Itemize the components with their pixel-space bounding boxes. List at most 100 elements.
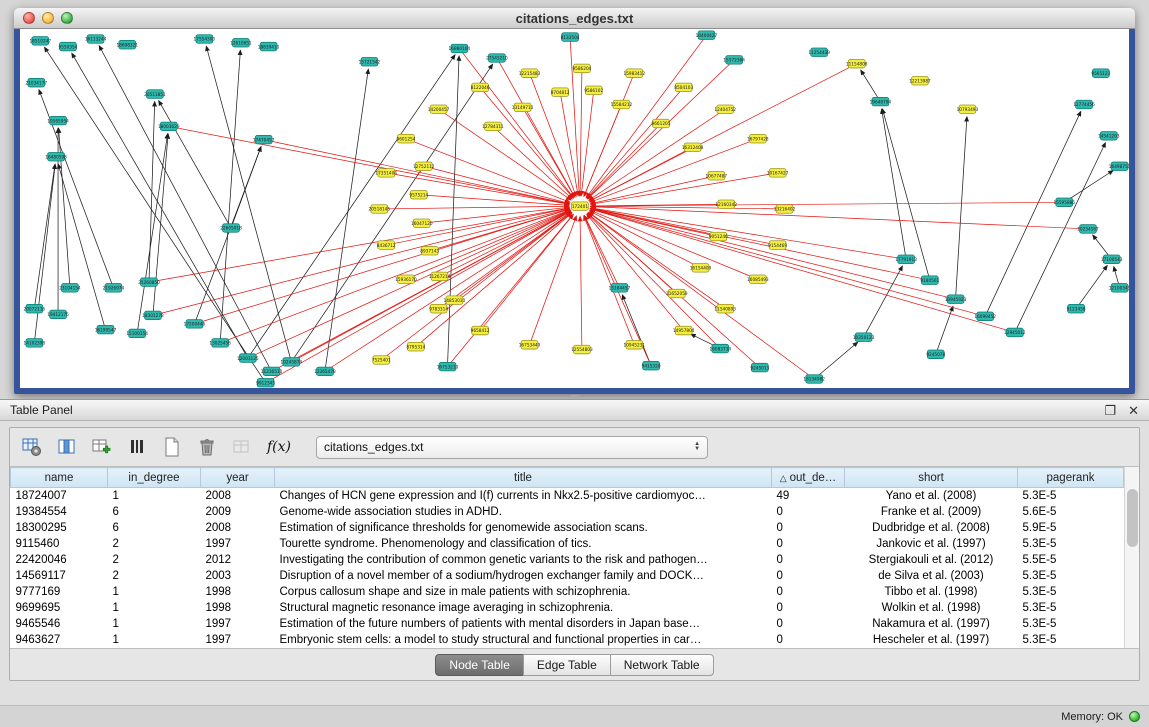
graph-node[interactable]: 22605018 xyxy=(220,224,242,233)
graph-node[interactable]: 10945231 xyxy=(624,341,646,350)
tab-node-table[interactable]: Node Table xyxy=(435,654,524,676)
graph-node[interactable]: 12554803 xyxy=(571,345,593,354)
graph-edge[interactable] xyxy=(206,46,291,362)
graph-edge[interactable] xyxy=(882,109,929,280)
citation-edge[interactable] xyxy=(591,208,930,280)
graph-node[interactable]: 16480598 xyxy=(45,152,67,161)
citation-edge[interactable] xyxy=(581,90,594,195)
citation-edge[interactable] xyxy=(291,211,570,362)
graph-node[interactable]: 9661205 xyxy=(652,119,671,128)
graph-node[interactable]: 11254439 xyxy=(808,48,830,57)
citation-edge[interactable] xyxy=(523,107,575,197)
graph-node[interactable]: 17554300 xyxy=(194,35,216,44)
graph-node[interactable]: 16797428 xyxy=(747,134,769,143)
citation-edge[interactable] xyxy=(560,92,578,196)
graph-node[interactable]: 21926974 xyxy=(103,284,125,293)
graph-node[interactable]: 15936170 xyxy=(395,275,417,284)
graph-node[interactable]: 12215483 xyxy=(519,69,541,78)
graph-node[interactable]: 17470457 xyxy=(253,135,275,144)
delete-columns-button[interactable] xyxy=(123,434,151,460)
graph-node[interactable]: 17200446 xyxy=(184,320,206,329)
citation-edge[interactable] xyxy=(591,207,1088,229)
column-header-year[interactable]: year xyxy=(201,468,275,488)
graph-node[interactable]: 20518145 xyxy=(369,205,391,214)
graph-node[interactable]: 10677487 xyxy=(706,171,728,180)
table-scrollbar[interactable] xyxy=(1124,467,1139,648)
graph-node[interactable]: 16154409 xyxy=(690,264,712,273)
citation-edge[interactable] xyxy=(440,211,571,276)
graph-node[interactable]: 9658412 xyxy=(471,326,490,335)
graph-node[interactable]: 19565954 xyxy=(47,116,69,125)
table-row[interactable]: 1830029562008Estimation of significance … xyxy=(11,520,1124,536)
citation-edge[interactable] xyxy=(379,206,569,209)
citation-edge[interactable] xyxy=(591,173,778,204)
graph-node[interactable]: 8122046 xyxy=(471,83,490,92)
graph-node[interactable]: 16880104 xyxy=(449,44,471,53)
graph-node[interactable]: 12160342 xyxy=(715,200,737,209)
graph-edge[interactable] xyxy=(291,64,492,362)
column-header-pagerank[interactable]: pagerank xyxy=(1018,468,1124,488)
graph-node[interactable]: 12404752 xyxy=(714,105,736,114)
table-row[interactable]: 977716911998Corpus callosum shape and si… xyxy=(11,584,1124,600)
graph-node[interactable]: 8133504 xyxy=(561,33,580,42)
graph-node[interactable]: 18839410 xyxy=(258,42,280,51)
graph-node[interactable]: 9575214 xyxy=(409,190,428,199)
graph-node[interactable]: 12213987 xyxy=(909,76,931,85)
citation-edge[interactable] xyxy=(439,212,572,308)
column-header-out_de[interactable]: △out_de… xyxy=(772,468,845,488)
citation-edge[interactable] xyxy=(586,35,706,197)
graph-edge[interactable] xyxy=(447,56,459,367)
graph-node[interactable]: 15595885 xyxy=(1053,198,1075,207)
graph-node[interactable]: 15184457 xyxy=(609,284,631,293)
network-window-titlebar[interactable]: citations_edges.txt xyxy=(14,8,1135,29)
graph-node[interactable]: 14853010 xyxy=(444,296,466,305)
function-builder-button[interactable]: f(x) xyxy=(263,439,295,455)
network-graph[interactable]: 1724019586204159834128504103124047521679… xyxy=(20,29,1129,388)
graph-node[interactable]: 8795314 xyxy=(406,342,425,351)
citation-edge[interactable] xyxy=(386,173,569,204)
graph-node[interactable]: 16047120 xyxy=(411,219,433,228)
graph-node[interactable]: 10245874 xyxy=(281,358,303,367)
import-table-button[interactable] xyxy=(228,434,256,460)
graph-node[interactable]: 10234567 xyxy=(1077,225,1099,234)
graph-node[interactable]: 7525401 xyxy=(372,356,391,365)
citation-edge[interactable] xyxy=(587,87,684,198)
table-source-dropdown[interactable]: citations_edges.txt ▲ ▼ xyxy=(316,436,708,459)
graph-node[interactable]: 10400427 xyxy=(696,31,718,40)
close-panel-icon[interactable]: ✕ xyxy=(1128,404,1139,417)
create-column-button[interactable] xyxy=(88,434,116,460)
graph-node[interactable]: 16083734 xyxy=(710,344,732,353)
graph-node[interactable]: 11236510 xyxy=(261,367,283,376)
zoom-window-icon[interactable] xyxy=(61,12,73,24)
graph-node[interactable]: 16085493 xyxy=(747,275,769,284)
graph-node[interactable]: 18510247 xyxy=(29,37,51,46)
graph-node[interactable]: 11154808 xyxy=(846,59,868,68)
graph-node[interactable]: 16099452 xyxy=(974,312,996,321)
graph-node[interactable]: 9415320 xyxy=(642,361,661,370)
graph-node[interactable]: 17100543 xyxy=(1101,255,1123,264)
table-row[interactable]: 911546021997Tourette syndrome. Phenomeno… xyxy=(11,536,1124,552)
graph-node[interactable]: 10945923 xyxy=(945,295,967,304)
graph-node[interactable]: 21034177 xyxy=(26,78,48,87)
graph-node[interactable]: 12752112 xyxy=(413,162,435,171)
graph-node[interactable]: 14541203 xyxy=(1098,132,1120,141)
graph-edge[interactable] xyxy=(1015,143,1106,333)
graph-node[interactable]: 15572384 xyxy=(723,56,745,65)
tab-edge-table[interactable]: Edge Table xyxy=(523,654,611,676)
graph-node[interactable]: 16498751 xyxy=(1109,162,1129,171)
citation-edge[interactable] xyxy=(530,216,577,345)
graph-node[interactable]: 12945012 xyxy=(1004,328,1026,337)
graph-node[interactable]: 8704812 xyxy=(551,88,570,97)
graph-node[interactable]: 9912345 xyxy=(256,379,275,388)
graph-edge[interactable] xyxy=(864,266,903,337)
new-table-button[interactable] xyxy=(158,434,186,460)
graph-edge[interactable] xyxy=(1064,171,1113,203)
tab-network-table[interactable]: Network Table xyxy=(610,654,714,676)
graph-node[interactable]: 16753449 xyxy=(519,341,541,350)
graph-node[interactable]: 17351404 xyxy=(375,169,397,178)
graph-node[interactable]: 10350123 xyxy=(853,333,875,342)
graph-node[interactable]: 9051246 xyxy=(709,232,728,241)
graph-edge[interactable] xyxy=(149,102,155,282)
graph-node[interactable]: 16113244 xyxy=(85,35,107,44)
graph-node[interactable]: 13025456 xyxy=(209,339,231,348)
